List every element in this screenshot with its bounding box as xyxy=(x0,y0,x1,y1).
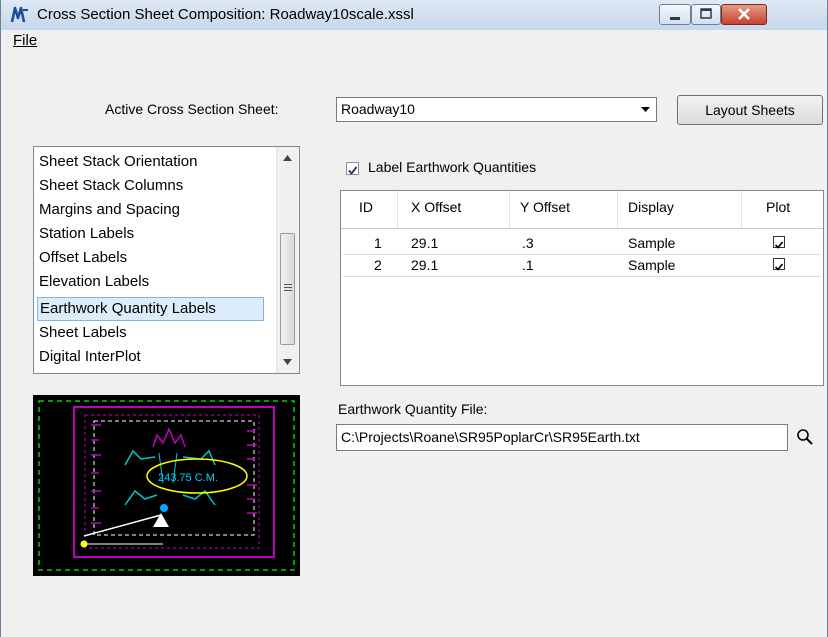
cell-y-offset[interactable]: .1 xyxy=(522,257,534,273)
earthwork-file-label: Earthwork Quantity File: xyxy=(338,401,488,417)
cell-x-offset[interactable]: 29.1 xyxy=(411,235,438,251)
column-divider xyxy=(397,191,398,228)
check-icon xyxy=(774,263,784,271)
list-item[interactable]: Sheet Stack Orientation xyxy=(37,150,197,174)
column-divider xyxy=(617,191,618,228)
cell-y-offset[interactable]: .3 xyxy=(522,235,534,251)
minimize-icon xyxy=(670,17,680,20)
list-scrollbar[interactable] xyxy=(276,147,299,373)
list-item[interactable]: Elevation Labels xyxy=(37,270,149,294)
close-button[interactable] xyxy=(721,4,767,25)
scroll-thumb[interactable] xyxy=(280,233,295,345)
maximize-icon xyxy=(700,8,712,19)
check-icon xyxy=(348,166,358,176)
search-icon[interactable] xyxy=(796,428,814,446)
sheet-preview-drawing: 243.75 C.M. xyxy=(38,400,295,571)
plot-checkbox[interactable] xyxy=(773,258,785,271)
cell-display[interactable]: Sample xyxy=(628,257,675,273)
list-item[interactable]: Margins and Spacing xyxy=(37,198,180,222)
column-header-plot[interactable]: Plot xyxy=(766,199,790,215)
list-item[interactable]: Offset Labels xyxy=(37,246,127,270)
layout-sheets-button[interactable]: Layout Sheets xyxy=(677,95,823,125)
row-divider xyxy=(343,254,821,255)
column-divider xyxy=(509,191,510,228)
active-sheet-value: Roadway10 xyxy=(341,101,415,117)
chevron-down-icon xyxy=(641,107,650,112)
column-divider xyxy=(741,191,742,228)
active-sheet-dropdown[interactable]: Roadway10 xyxy=(336,97,657,122)
cell-id: 1 xyxy=(374,235,382,251)
app-icon xyxy=(10,6,28,23)
cell-x-offset[interactable]: 29.1 xyxy=(411,257,438,273)
label-earthwork-checkbox[interactable] xyxy=(346,162,359,176)
earthwork-labels-table: ID X Offset Y Offset Display Plot 1 29.1… xyxy=(340,190,824,386)
check-icon xyxy=(774,241,784,249)
earthwork-file-value: C:\Projects\Roane\SR95PoplarCr\SR95Earth… xyxy=(341,429,640,445)
row-divider xyxy=(343,276,821,277)
label-earthwork-label: Label Earthwork Quantities xyxy=(368,159,537,175)
menu-file[interactable]: File xyxy=(13,32,37,49)
cell-display[interactable]: Sample xyxy=(628,235,675,251)
cell-id: 2 xyxy=(374,257,382,273)
minimize-button[interactable] xyxy=(659,4,691,25)
dialog-window: Cross Section Sheet Composition: Roadway… xyxy=(0,0,828,637)
scroll-down-icon[interactable] xyxy=(283,359,292,365)
list-item[interactable]: Sheet Stack Columns xyxy=(37,174,183,198)
menu-bar: File xyxy=(1,30,827,52)
plot-checkbox[interactable] xyxy=(773,236,785,249)
list-item[interactable]: Sheet Labels xyxy=(37,321,127,345)
list-item[interactable]: Digital InterPlot xyxy=(37,345,141,369)
earthwork-file-input[interactable]: C:\Projects\Roane\SR95PoplarCr\SR95Earth… xyxy=(336,424,788,451)
category-list[interactable]: Sheet Stack Orientation Sheet Stack Colu… xyxy=(33,146,300,374)
preview-label: 243.75 C.M. xyxy=(158,472,218,484)
column-header-y-offset[interactable]: Y Offset xyxy=(520,199,570,215)
maximize-button[interactable] xyxy=(691,4,721,25)
preview-image: 243.75 C.M. xyxy=(33,395,300,576)
active-sheet-label: Active Cross Section Sheet: xyxy=(105,101,279,117)
list-item[interactable]: Station Labels xyxy=(37,222,134,246)
column-header-display[interactable]: Display xyxy=(628,199,674,215)
grip-icon xyxy=(284,284,292,291)
close-icon xyxy=(738,8,750,20)
column-header-id[interactable]: ID xyxy=(359,199,373,215)
title-bar[interactable]: Cross Section Sheet Composition: Roadway… xyxy=(1,0,827,31)
list-item-selected[interactable]: Earthwork Quantity Labels xyxy=(37,297,264,321)
header-divider xyxy=(341,228,823,229)
window-title: Cross Section Sheet Composition: Roadway… xyxy=(37,6,414,23)
menu-file-label: File xyxy=(13,32,38,49)
scroll-up-icon[interactable] xyxy=(283,155,292,161)
column-header-x-offset[interactable]: X Offset xyxy=(411,199,461,215)
